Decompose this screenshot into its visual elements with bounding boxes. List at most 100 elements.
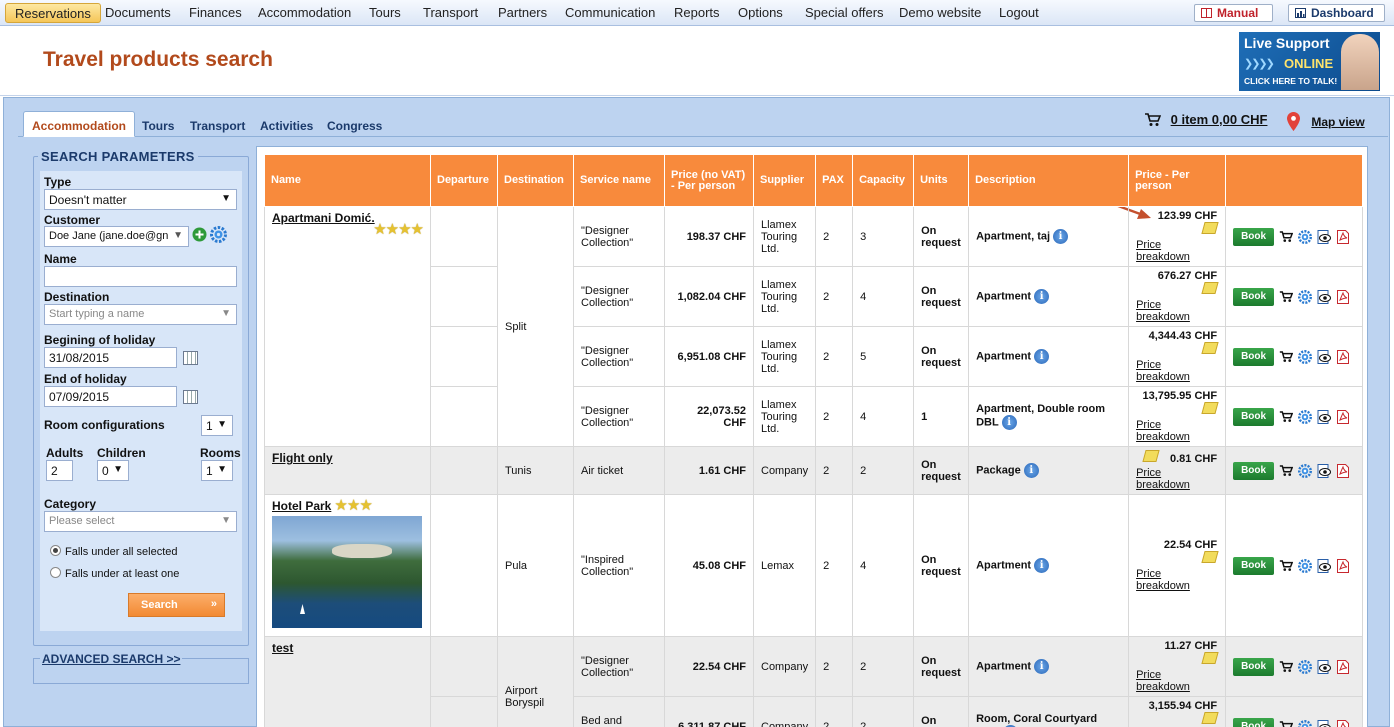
product-name-link[interactable]: test: [272, 641, 293, 655]
tab-accommodation[interactable]: Accommodation: [23, 111, 136, 137]
header-name[interactable]: Name: [264, 154, 431, 207]
book-button[interactable]: Book: [1233, 347, 1275, 366]
search-button[interactable]: Search »: [128, 593, 225, 617]
pdf-icon[interactable]: [1336, 349, 1350, 364]
header-destination[interactable]: Destination: [497, 154, 574, 207]
add-to-cart-icon[interactable]: [1279, 464, 1294, 478]
info-icon[interactable]: i: [1034, 349, 1050, 364]
book-button[interactable]: Book: [1233, 556, 1275, 575]
add-to-cart-icon[interactable]: [1279, 660, 1294, 674]
product-name-link[interactable]: Apartmani Domić.: [272, 211, 375, 225]
map-view-link[interactable]: Map view: [1287, 112, 1365, 131]
price-breakdown-link[interactable]: Price breakdown: [1136, 359, 1217, 383]
add-to-cart-icon[interactable]: [1279, 290, 1294, 304]
price-breakdown-link[interactable]: Price breakdown: [1136, 669, 1217, 693]
pdf-icon[interactable]: [1336, 289, 1350, 304]
gear-icon[interactable]: [1298, 558, 1313, 573]
price-breakdown-link[interactable]: Price breakdown: [1136, 467, 1217, 491]
tab-tours[interactable]: Tours: [142, 119, 174, 133]
preview-eye-icon[interactable]: [1317, 229, 1332, 244]
price-breakdown-link[interactable]: Price breakdown: [1136, 239, 1217, 263]
book-button[interactable]: Book: [1233, 227, 1275, 246]
info-icon[interactable]: i: [1034, 289, 1050, 304]
note-icon[interactable]: [1201, 652, 1219, 664]
customer-select[interactable]: Doe Jane (jane.doe@gn ▼: [44, 226, 189, 247]
pdf-icon[interactable]: [1336, 659, 1350, 674]
preview-eye-icon[interactable]: [1317, 349, 1332, 364]
header-price-per-person[interactable]: Price - Per person: [1128, 154, 1227, 207]
gear-icon[interactable]: [1298, 289, 1313, 304]
pdf-icon[interactable]: [1336, 409, 1350, 424]
calendar-icon[interactable]: [183, 351, 198, 365]
nav-reports[interactable]: Reports: [674, 5, 720, 20]
book-button[interactable]: Book: [1233, 407, 1275, 426]
header-capacity[interactable]: Capacity: [852, 154, 915, 207]
book-button[interactable]: Book: [1233, 461, 1275, 480]
nav-demo-website[interactable]: Demo website: [899, 5, 981, 20]
header-pax[interactable]: PAX: [815, 154, 854, 207]
nav-logout[interactable]: Logout: [999, 5, 1039, 20]
price-breakdown-link[interactable]: Price breakdown: [1136, 299, 1217, 323]
note-icon[interactable]: [1201, 342, 1219, 354]
gear-icon[interactable]: [1298, 463, 1313, 478]
pdf-icon[interactable]: [1336, 558, 1350, 573]
calendar-icon[interactable]: [183, 390, 198, 404]
children-select[interactable]: 0 ▼: [97, 460, 129, 481]
nav-accommodation[interactable]: Accommodation: [258, 5, 351, 20]
room-configurations-select[interactable]: 1 ▼: [201, 415, 233, 436]
cart-summary[interactable]: 0 item 0,00 CHF: [1144, 112, 1267, 127]
rooms-select[interactable]: 1 ▼: [201, 460, 233, 481]
note-icon[interactable]: [1201, 712, 1219, 724]
header-units[interactable]: Units: [913, 154, 970, 207]
tab-congress[interactable]: Congress: [327, 119, 382, 133]
product-name-link[interactable]: Hotel Park: [272, 499, 331, 513]
gear-icon[interactable]: [1298, 719, 1313, 727]
preview-eye-icon[interactable]: [1317, 409, 1332, 424]
info-icon[interactable]: i: [1001, 415, 1017, 430]
info-icon[interactable]: i: [1053, 229, 1069, 244]
preview-eye-icon[interactable]: [1317, 659, 1332, 674]
nav-reservations[interactable]: Reservations: [5, 3, 101, 23]
type-select[interactable]: Doesn't matter ▼: [44, 189, 237, 210]
gear-icon[interactable]: [210, 226, 227, 243]
pdf-icon[interactable]: [1336, 463, 1350, 478]
end-holiday-input[interactable]: 07/09/2015: [44, 386, 177, 407]
book-button[interactable]: Book: [1233, 657, 1275, 676]
nav-partners[interactable]: Partners: [498, 5, 547, 20]
advanced-search-link[interactable]: ADVANCED SEARCH >>: [40, 652, 183, 666]
begin-holiday-input[interactable]: 31/08/2015: [44, 347, 177, 368]
add-to-cart-icon[interactable]: [1279, 350, 1294, 364]
live-support-banner[interactable]: Live Support ❯❯❯❯ ONLINE CLICK HERE TO T…: [1239, 32, 1380, 91]
tab-transport[interactable]: Transport: [190, 119, 245, 133]
note-icon[interactable]: [1201, 402, 1219, 414]
header-departure[interactable]: Departure: [430, 154, 498, 207]
add-to-cart-icon[interactable]: [1279, 230, 1294, 244]
name-input[interactable]: [44, 266, 237, 287]
preview-eye-icon[interactable]: [1317, 719, 1332, 727]
hotel-photo[interactable]: [272, 516, 422, 628]
tab-activities[interactable]: Activities: [260, 119, 313, 133]
gear-icon[interactable]: [1298, 659, 1313, 674]
add-to-cart-icon[interactable]: [1279, 720, 1294, 727]
note-icon[interactable]: [1142, 450, 1160, 462]
add-to-cart-icon[interactable]: [1279, 559, 1294, 573]
price-breakdown-link[interactable]: Price breakdown: [1136, 419, 1217, 443]
nav-communication[interactable]: Communication: [565, 5, 655, 20]
price-breakdown-link[interactable]: Price breakdown: [1136, 568, 1217, 592]
add-to-cart-icon[interactable]: [1279, 410, 1294, 424]
gear-icon[interactable]: [1298, 229, 1313, 244]
note-icon[interactable]: [1201, 551, 1219, 563]
pdf-icon[interactable]: [1336, 719, 1350, 727]
nav-transport[interactable]: Transport: [423, 5, 478, 20]
radio-all-selected[interactable]: [50, 545, 61, 556]
note-icon[interactable]: [1201, 282, 1219, 294]
nav-documents[interactable]: Documents: [105, 5, 171, 20]
info-icon[interactable]: i: [1034, 659, 1050, 674]
pdf-icon[interactable]: [1336, 229, 1350, 244]
info-icon[interactable]: i: [1023, 463, 1039, 478]
note-icon[interactable]: [1201, 222, 1219, 234]
nav-tours[interactable]: Tours: [369, 5, 401, 20]
preview-eye-icon[interactable]: [1317, 289, 1332, 304]
book-button[interactable]: Book: [1233, 287, 1275, 306]
radio-at-least-one[interactable]: [50, 567, 61, 578]
